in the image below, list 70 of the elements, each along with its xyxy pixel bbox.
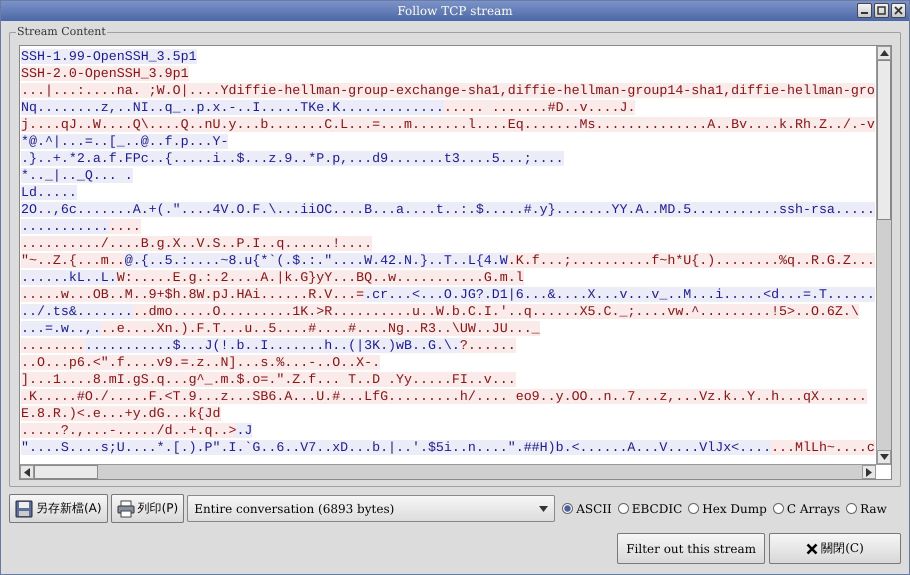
stream-text: .K.....#O./.....F.<T.9...z...SB6.A...U.#...LfG.........h/.... eo9..y.OO..n..7...z,...Vz.k..Y..h...qX...... — [21, 389, 867, 404]
stream-text: ...........$...J(!.b..I.......h..(|3K.)wB..G.\. — [84, 338, 460, 353]
stream-text: ..O...p6.<".f....v9.=.z..N]...s.%...-..O..X-. — [21, 355, 380, 370]
stream-text: ...|...:....na. ;W.O|....Ydiffie-hellman-group-exchange-sha1,diffie-hellman-group14-sha1,diffie-hellman-gro — [21, 83, 875, 98]
close-dialog-button[interactable]: 關閉(C) — [769, 533, 901, 564]
printer-icon — [116, 500, 135, 518]
scroll-thumb[interactable] — [877, 60, 891, 220]
stream-text: *@.^|...=..[_..@..f.p...Y- — [21, 134, 228, 149]
stream-text: .K.f...;..........f~h*U{.)........%q..R.G.Z... — [508, 253, 875, 268]
conversation-dropdown[interactable]: Entire conversation (6893 bytes) — [187, 495, 556, 522]
stream-text: ]...1....8.mI.gS.q...g^_.m.$.o=.".Z.f... T..D .Yy.....FI..v... — [21, 372, 516, 387]
radio-circle[interactable] — [618, 503, 629, 514]
frame-label: Stream Content — [16, 25, 107, 38]
radio-circle[interactable] — [772, 503, 784, 514]
close-button[interactable] — [891, 3, 906, 18]
stream-text: ........../....B.g.X..V.S..P.I..q......!.... — [21, 236, 372, 251]
encoding-radio[interactable]: EBCDIC — [618, 502, 682, 516]
window-title: Follow TCP stream — [397, 4, 513, 18]
stream-text: ../.ts&....... — [21, 304, 133, 319]
stream-text: Nq........z,..NI..q_..p.x.-..I.....TKe.K............. — [21, 100, 444, 115]
radio-circle[interactable] — [846, 503, 858, 514]
stream-text: W:.....E.g.:.2....A.|k.G}yY...BQ..w...........G.m.l — [116, 270, 524, 285]
minimize-button[interactable] — [857, 3, 872, 18]
stream-text: .... — [108, 219, 141, 234]
stream-text: SSH-1.99-OpenSSH_3.5p1 — [21, 49, 197, 64]
scroll-thumb[interactable] — [34, 465, 98, 479]
encoding-radio[interactable]: Raw — [846, 502, 887, 516]
stream-text: Ld..... — [21, 185, 77, 200]
encoding-radio[interactable]: Hex Dump — [688, 502, 767, 516]
stream-text: "....S....s;U....*.[.).P".I.`G..6..V7..xD...b.|..'.$5i..n....".##H)b.<......A...V....VlJx<.... — [21, 440, 772, 455]
stream-text: ?...... — [460, 338, 516, 353]
vertical-scrollbar[interactable] — [876, 46, 891, 464]
stream-text: @.{..5.:....~8.u{*`(.$.:."....W.42.N.}..T..L{4.W — [124, 253, 508, 268]
stream-text: ..... .......#D..v....J. — [444, 100, 636, 115]
dropdown-arrow-icon — [539, 506, 548, 512]
stream-text: SSH-2.0-OpenSSH_3.9p1 — [21, 66, 189, 81]
stream-text: ...=.w..,. — [21, 321, 101, 336]
stream-text: "~..Z.{...m.. — [21, 253, 125, 268]
floppy-icon — [15, 500, 33, 518]
stream-text: ........... — [21, 219, 109, 234]
stream-text: .J — [236, 423, 252, 438]
encoding-radio[interactable]: C Arrays — [772, 502, 840, 516]
stream-text: j....qJ..W....Q\....Q..nU.y...b.......C.L...=...m.......l....Eq.......Ms..............A..Bv....k.Rh.Z../.-v — [21, 117, 875, 132]
left-arrow-icon — [24, 468, 30, 476]
stream-text: .....w...OB..M..9+$h.8W.pJ.HAi......R.V...= — [21, 287, 364, 302]
maximize-button[interactable] — [874, 3, 889, 18]
close-icon — [806, 542, 818, 554]
filter-button[interactable]: Filter out this stream — [617, 533, 765, 564]
radio-circle[interactable] — [562, 503, 574, 514]
stream-text: ........ — [21, 338, 85, 353]
stream-text: ......kL..L. — [21, 270, 117, 285]
stream-text: 2O..,6c.......A.+(."....4V.O.F.\...iiOC....B...a....t..:.$.....#.y}.......YY.A..MD.5...........ssh-rsa..... — [21, 202, 875, 217]
save-as-button[interactable]: 另存新檔(A) — [9, 494, 108, 523]
close-icon — [894, 6, 903, 15]
radio-circle[interactable] — [688, 503, 700, 514]
stream-text: ..dmo.....O.........1K.>R..........u..W.b.C.I.'..q......X5.C._;....vw.^.........!5>..O.6Z.\ — [132, 304, 859, 319]
print-button[interactable]: 列印(P) — [110, 494, 184, 523]
maximize-icon — [877, 6, 886, 15]
stream-text: ...MlLh~....c — [771, 440, 875, 455]
stream-text: .....?.,...-...../d..+.q..> — [21, 423, 236, 438]
stream-text: .cr...<...O.JG?.D1|6...&....X...v...v_..M...i.....<d...=.T...... — [364, 287, 875, 302]
horizontal-scrollbar[interactable] — [20, 465, 876, 479]
up-arrow-icon — [880, 50, 888, 56]
down-arrow-icon — [880, 454, 888, 460]
encoding-radio[interactable]: ASCII — [562, 502, 612, 516]
stream-text: *.._|.._Q... . — [21, 168, 133, 183]
stream-text: .}..+.*2.a.f.FPc..{.....i..$...z.9..*P.p,...d9.......t3....5...;.... — [21, 151, 564, 166]
stream-text: ..e....Xn.).F.T...u..5....#....#....Ng..R3..\UW..JU..._ — [100, 321, 540, 336]
right-arrow-icon — [866, 468, 872, 476]
stream-text: E.8.R.)<.e...+y.dG...k{Jd — [21, 406, 220, 421]
